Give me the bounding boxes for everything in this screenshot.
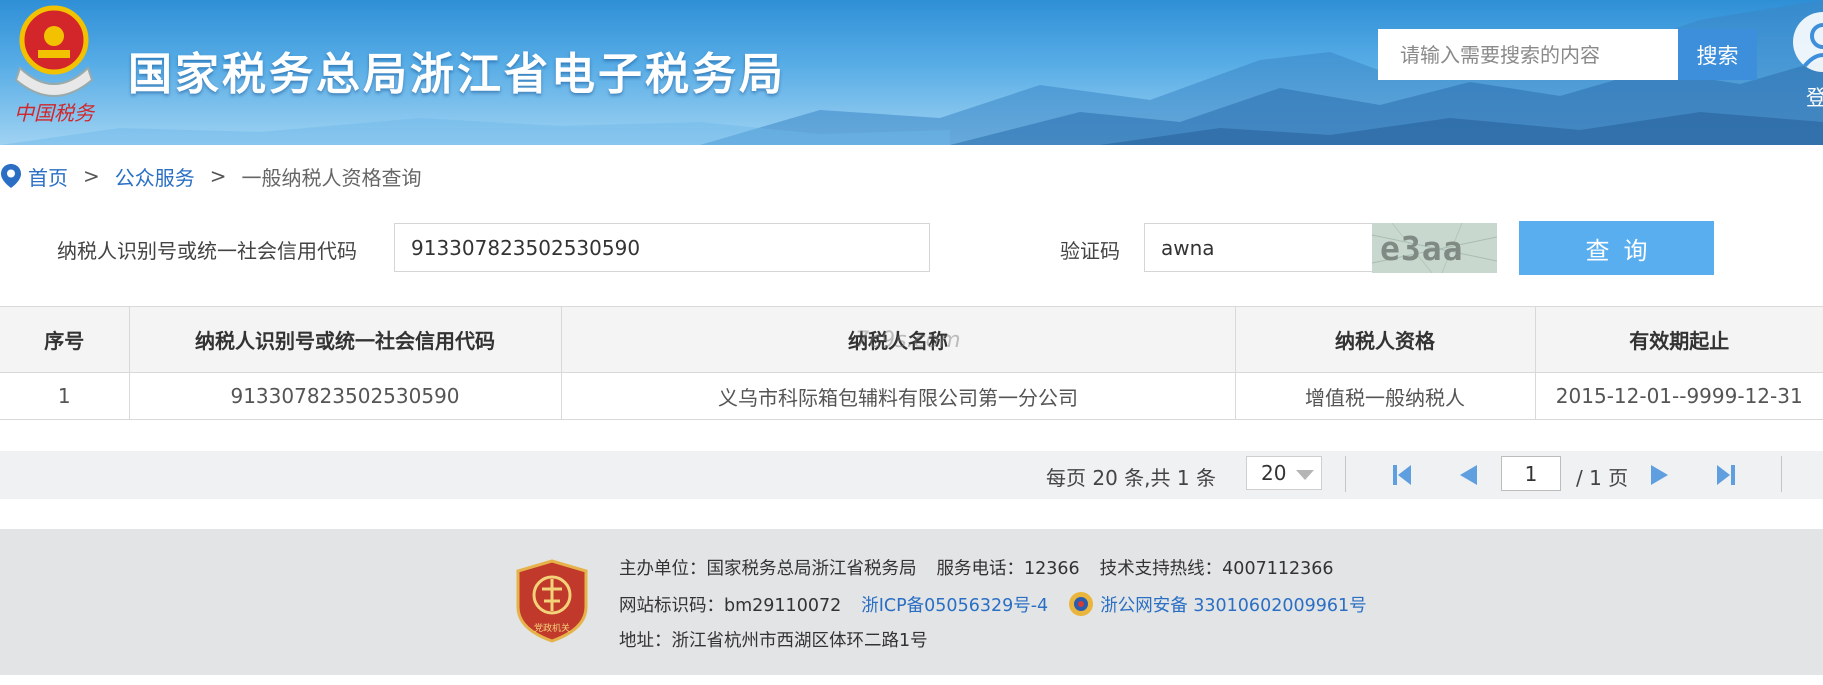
column-header-taxpayer-id: 纳税人识别号或统一社会信用代码 [128, 306, 562, 373]
footer-service-phone: 服务电话：12366 [936, 559, 1080, 579]
taxpayer-id-input[interactable] [394, 223, 930, 272]
site-footer: 党政机关 主办单位：国家税务总局浙江省税务局 服务电话：12366 技术支持热线… [0, 529, 1823, 675]
cell-validity-period: 2015-12-01--9999-12-31 [1534, 372, 1823, 420]
breadcrumb-public-service[interactable]: 公众服务 [115, 162, 195, 191]
column-header-qualification: 纳税人资格 [1234, 306, 1536, 373]
breadcrumb-current: 一般纳税人资格查询 [241, 165, 422, 190]
search-button[interactable]: 搜索 [1678, 29, 1757, 80]
cell-taxpayer-id: 913307823502530590 [128, 372, 562, 420]
pagination-summary: 每页 20 条,共 1 条 [1046, 466, 1216, 490]
chevron-down-icon [1296, 470, 1314, 480]
location-pin-icon [1, 164, 21, 188]
site-title: 国家税务总局浙江省电子税务局 [128, 49, 786, 100]
tax-emblem-logo: 中国税务 [14, 5, 96, 125]
footer-tech-hotline: 技术支持热线：4007112366 [1099, 559, 1334, 579]
table-row: 1 913307823502530590 义乌市科际箱包辅料有限公司第一分公司 … [0, 372, 1823, 420]
query-button[interactable]: 查询 [1519, 221, 1714, 275]
footer-line-2: 网站标识码：bm29110072 浙ICP备05056329号-4 浙公网安备 … [619, 591, 1367, 617]
page-size-value: 20 [1261, 461, 1287, 485]
cell-taxpayer-name: 义乌市科际箱包辅料有限公司第一分公司 [560, 372, 1236, 420]
footer-police-record-link[interactable]: 浙公网安备 33010602009961号 [1100, 592, 1366, 617]
page-size-select[interactable]: 20 [1246, 456, 1322, 490]
government-badge-icon[interactable]: 党政机关 [516, 559, 588, 643]
police-badge-icon [1069, 592, 1094, 616]
next-page-icon[interactable] [1648, 463, 1672, 487]
captcha-image[interactable]: e3aa [1372, 223, 1497, 273]
breadcrumb-separator: > [209, 164, 227, 188]
emblem-caption: 中国税务 [14, 101, 96, 125]
cell-qualification: 增值税一般纳税人 [1234, 372, 1536, 420]
footer-line-1: 主办单位：国家税务总局浙江省税务局 服务电话：12366 技术支持热线：4007… [619, 555, 1334, 580]
taxpayer-id-label: 纳税人识别号或统一社会信用代码 [57, 239, 357, 263]
footer-organizer: 主办单位：国家税务总局浙江省税务局 [619, 559, 917, 579]
total-pages: / 1 页 [1576, 466, 1629, 490]
pagination-bar: 每页 20 条,共 1 条 20 / 1 页 [0, 451, 1823, 499]
first-page-icon[interactable] [1390, 463, 1414, 487]
breadcrumb-separator: > [83, 164, 100, 188]
table-header-row: 序号 纳税人识别号或统一社会信用代码 纳税人名称 纳税人资格 有效期起止 [0, 306, 1823, 373]
login-label[interactable]: 登 [1806, 82, 1823, 112]
previous-page-icon[interactable] [1456, 463, 1480, 487]
cell-index: 1 [0, 372, 130, 420]
captcha-input[interactable] [1144, 223, 1374, 272]
footer-address: 地址：浙江省杭州市西湖区体环二路1号 [619, 631, 928, 651]
result-table: 序号 纳税人识别号或统一社会信用代码 纳税人名称 纳税人资格 有效期起止 1 9… [0, 306, 1823, 420]
site-header: 中国税务 国家税务总局浙江省电子税务局 搜索 登 [0, 0, 1823, 145]
captcha-label: 验证码 [1060, 239, 1120, 263]
badge-text: 党政机关 [534, 622, 570, 634]
pager-divider [1781, 456, 1782, 492]
captcha-text: e3aa [1380, 229, 1464, 268]
pager-divider [1345, 456, 1346, 492]
footer-icp-link[interactable]: 浙ICP备05056329号-4 [861, 592, 1048, 617]
last-page-icon[interactable] [1714, 463, 1738, 487]
column-header-taxpayer-name: 纳税人名称 [560, 306, 1236, 373]
search-input[interactable] [1378, 29, 1678, 80]
breadcrumb: 首页 > 公众服务 > 一般纳税人资格查询 [0, 161, 422, 191]
breadcrumb-home[interactable]: 首页 [28, 162, 68, 191]
footer-line-3: 地址：浙江省杭州市西湖区体环二路1号 [619, 627, 928, 652]
footer-site-id: 网站标识码：bm29110072 [619, 595, 842, 616]
column-header-validity-period: 有效期起止 [1534, 306, 1823, 373]
current-page-input[interactable] [1501, 456, 1561, 491]
column-header-index: 序号 [0, 306, 130, 373]
